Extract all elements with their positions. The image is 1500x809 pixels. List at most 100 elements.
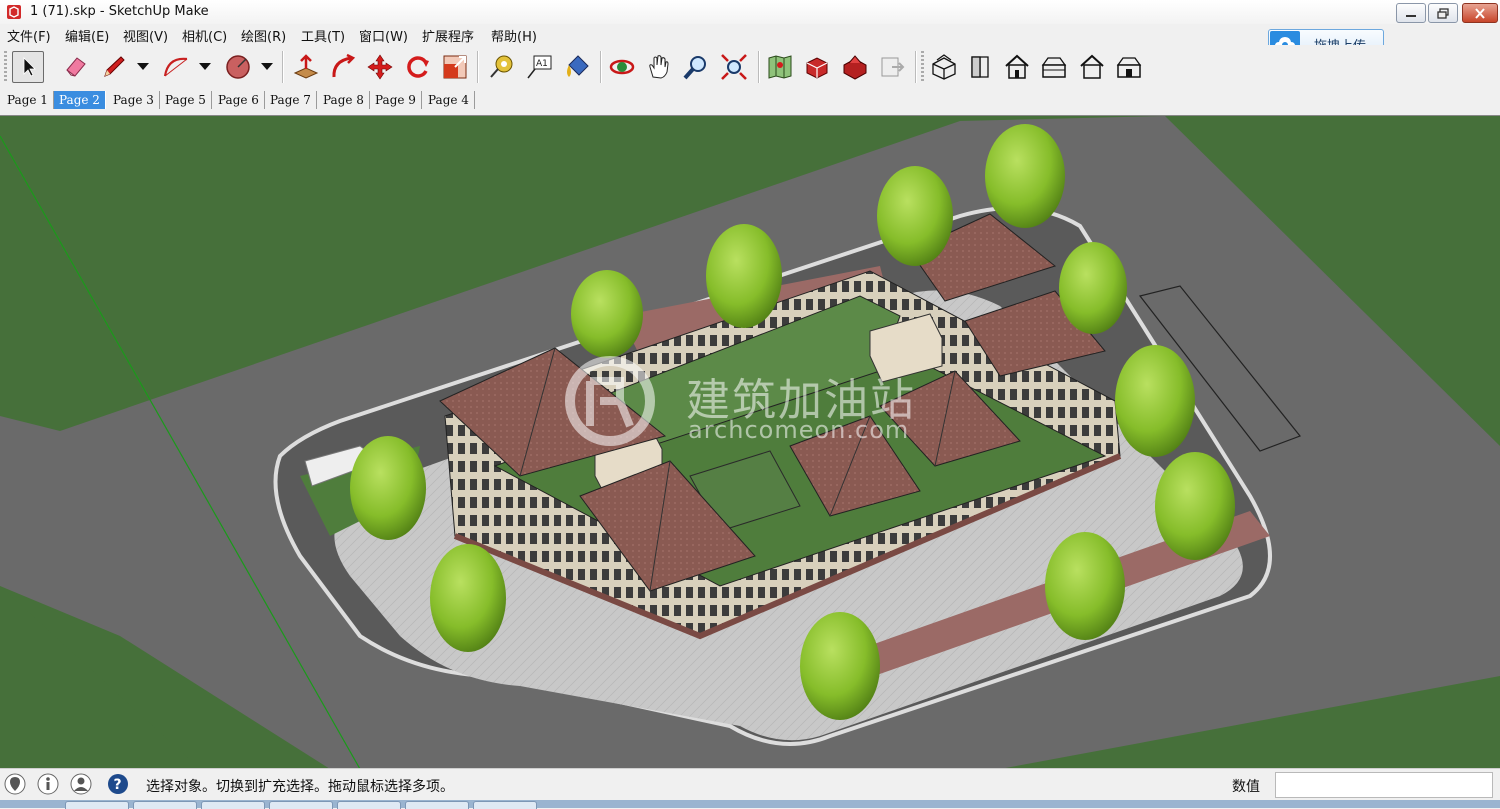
warehouse-button[interactable]: [801, 51, 833, 83]
right-view-button[interactable]: [1038, 51, 1070, 83]
measurements-input[interactable]: [1275, 772, 1493, 798]
tree: [430, 544, 506, 652]
tab-page-1[interactable]: Page 1: [2, 91, 54, 109]
toolbar-separator: [282, 51, 284, 83]
model-scene[interactable]: [0, 116, 1500, 769]
menu-view[interactable]: 视图(V): [123, 26, 168, 45]
restore-button[interactable]: [1428, 3, 1458, 23]
paint-bucket-icon: [567, 55, 589, 77]
menu-file[interactable]: 文件(F): [7, 26, 51, 45]
chevron-down-icon: [199, 63, 211, 70]
zoom-icon: [683, 56, 706, 80]
pencil-dropdown[interactable]: [136, 51, 150, 83]
help-icon[interactable]: ?: [107, 773, 129, 795]
extension-warehouse-button[interactable]: [839, 51, 871, 83]
pencil-icon: [104, 56, 125, 77]
menu-edit[interactable]: 编辑(E): [65, 26, 109, 45]
menu-draw[interactable]: 绘图(R): [241, 26, 286, 45]
tree: [350, 436, 426, 540]
eraser-icon: [66, 57, 86, 77]
tape-measure-tool-button[interactable]: [485, 51, 517, 83]
right-view-icon: [1041, 57, 1067, 78]
tree: [706, 224, 782, 328]
zoom-tool-button[interactable]: [680, 51, 712, 83]
window-title: 1 (71).skp - SketchUp Make: [30, 4, 209, 19]
pan-icon: [649, 55, 669, 79]
tab-page-3[interactable]: Page 3: [108, 91, 160, 109]
toolbar-grip[interactable]: [921, 51, 924, 83]
toolbar-separator: [758, 51, 760, 83]
move-tool-button[interactable]: [364, 51, 396, 83]
follow-me-icon: [332, 53, 356, 78]
front-view-icon: [1005, 54, 1029, 79]
rotate-icon: [407, 56, 429, 78]
select-icon: [23, 57, 36, 77]
menu-camera[interactable]: 相机(C): [182, 26, 227, 45]
minimize-icon: [1406, 15, 1416, 17]
back-view-button[interactable]: [1076, 51, 1108, 83]
arc-dropdown[interactable]: [198, 51, 212, 83]
rotate-tool-button[interactable]: [402, 51, 434, 83]
geo-location-icon[interactable]: [4, 773, 26, 795]
push-pull-tool-button[interactable]: [290, 51, 322, 83]
arc-icon: [163, 57, 188, 77]
info-icon[interactable]: [37, 773, 59, 795]
tree: [985, 124, 1065, 228]
tab-page-6[interactable]: Page 6: [213, 91, 265, 109]
main-toolbar: A1: [0, 45, 1500, 90]
tab-page-4[interactable]: Page 4: [423, 91, 475, 109]
svg-text:?: ?: [114, 777, 122, 793]
front-view-button[interactable]: [1001, 51, 1033, 83]
left-view-button[interactable]: [1113, 51, 1145, 83]
tab-page-2[interactable]: Page 2: [54, 91, 106, 109]
status-message: 选择对象。切换到扩充选择。拖动鼠标选择多项。: [146, 779, 454, 795]
scene-tabs: Page 1 Page 2 Page 3 Page 5 Page 6 Page …: [0, 89, 1500, 111]
menu-extensions[interactable]: 扩展程序: [422, 26, 474, 45]
select-tool-button[interactable]: [12, 51, 44, 83]
text-icon: A1: [527, 55, 552, 79]
minimize-button[interactable]: [1396, 3, 1426, 23]
arc-tool-button[interactable]: [160, 51, 192, 83]
tab-page-7[interactable]: Page 7: [265, 91, 317, 109]
paint-bucket-tool-button[interactable]: [561, 51, 593, 83]
tab-page-9[interactable]: Page 9: [370, 91, 422, 109]
eraser-tool-button[interactable]: [60, 51, 92, 83]
user-account-icon[interactable]: [70, 773, 92, 795]
os-taskbar: [0, 800, 1500, 809]
menu-window[interactable]: 窗口(W): [359, 26, 408, 45]
top-view-button[interactable]: [964, 51, 996, 83]
zoom-extents-tool-button[interactable]: [718, 51, 750, 83]
tab-page-5[interactable]: Page 5: [160, 91, 212, 109]
text-tool-button[interactable]: A1: [523, 51, 555, 83]
tab-page-8[interactable]: Page 8: [318, 91, 370, 109]
close-button[interactable]: [1462, 3, 1498, 23]
iso-view-button[interactable]: [928, 51, 960, 83]
left-view-icon: [1116, 57, 1142, 78]
toolbar-grip[interactable]: [4, 51, 7, 83]
tree: [800, 612, 880, 720]
tree: [1059, 242, 1127, 334]
tree: [877, 166, 953, 266]
orbit-tool-button[interactable]: [606, 51, 638, 83]
chevron-down-icon: [137, 63, 149, 70]
follow-me-tool-button[interactable]: [327, 51, 359, 83]
menu-help[interactable]: 帮助(H): [491, 26, 537, 45]
shape-icon: [226, 55, 250, 79]
tree: [1115, 345, 1195, 457]
shape-tool-button[interactable]: [222, 51, 254, 83]
toolbar-separator: [600, 51, 602, 83]
orbit-icon: [609, 59, 635, 75]
scale-tool-button[interactable]: [439, 51, 471, 83]
pan-tool-button[interactable]: [643, 51, 675, 83]
move-icon: [367, 54, 393, 80]
shape-dropdown[interactable]: [260, 51, 274, 83]
layout-icon: [881, 57, 905, 77]
add-location-button[interactable]: [764, 51, 796, 83]
tree: [1045, 532, 1125, 640]
model-viewport[interactable]: 建筑加油站 archcomeon.com: [0, 115, 1500, 769]
send-to-layout-button[interactable]: [876, 51, 908, 83]
menu-tools[interactable]: 工具(T): [301, 26, 345, 45]
pencil-tool-button[interactable]: [98, 51, 130, 83]
chevron-down-icon: [261, 63, 273, 70]
scale-icon: [443, 55, 467, 79]
